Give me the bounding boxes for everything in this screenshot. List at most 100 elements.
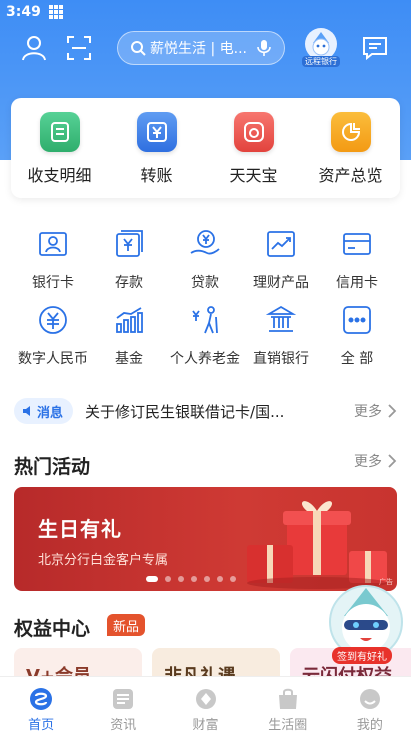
chevron-right-icon [388, 454, 397, 468]
tab-label: 财富 [192, 718, 219, 733]
tab-home[interactable]: 首页 [0, 677, 82, 733]
message-icon[interactable] [359, 32, 391, 64]
quick-action-label: 转账 [140, 166, 173, 185]
search-bar[interactable]: 薪悦生活 | 电... [117, 31, 285, 65]
search-placeholder: 薪悦生活 | 电... [150, 41, 247, 57]
quick-action-transfer[interactable]: 转账 [108, 112, 205, 186]
microphone-icon[interactable] [256, 39, 272, 57]
wealth-chart-icon [265, 228, 297, 260]
chevron-right-icon [388, 404, 397, 418]
more-dots-icon [341, 304, 373, 336]
carousel-dot[interactable] [165, 576, 171, 582]
banner-subtitle: 北京分行白金客户专属 [38, 553, 169, 568]
checkin-promo-float[interactable]: 签到有好礼 [326, 582, 406, 664]
tab-profile[interactable]: 我的 [329, 677, 411, 733]
service-fund[interactable]: 基金 [88, 304, 170, 368]
carousel-dot[interactable] [217, 576, 223, 582]
tiantianbao-icon [233, 112, 274, 152]
tab-label: 资讯 [110, 718, 137, 733]
tab-life-circle[interactable]: 生活圈 [247, 677, 329, 733]
service-loan[interactable]: 贷款 [164, 228, 246, 292]
carousel-dot[interactable] [191, 576, 197, 582]
bank-building-icon [265, 304, 297, 336]
scan-icon[interactable] [63, 32, 95, 64]
hot-activities-title: 热门活动 [14, 456, 91, 478]
service-label: 存款 [115, 275, 143, 291]
notice-bar[interactable]: 消息 关于修订民生银联借记卡/国... 更多 [14, 396, 400, 426]
service-direct-bank[interactable]: 直销银行 [240, 304, 322, 368]
service-label: 信用卡 [336, 275, 378, 291]
quick-actions-card: 收支明细 转账 天天宝 资产总览 [11, 98, 400, 198]
notice-text: 关于修订民生银联借记卡/国... [85, 402, 285, 421]
quick-action-label: 天天宝 [229, 166, 278, 185]
carousel-dot[interactable] [230, 576, 236, 582]
new-product-badge: 新品 [107, 614, 146, 636]
service-label: 基金 [115, 351, 143, 367]
carousel-dot[interactable] [146, 576, 158, 582]
hot-activities-more-label: 更多 [354, 454, 382, 470]
service-label: 个人养老金 [170, 351, 240, 367]
digital-rmb-icon [37, 304, 69, 336]
quick-action-tiantianbao[interactable]: 天天宝 [205, 112, 302, 186]
carousel-indicator [146, 576, 236, 582]
service-bank-card[interactable]: 银行卡 [12, 228, 94, 292]
service-label: 理财产品 [253, 275, 309, 291]
news-icon [110, 687, 136, 711]
speaker-icon [23, 406, 30, 416]
service-deposit[interactable]: 存款 [88, 228, 170, 292]
service-digital-rmb[interactable]: 数字人民币 [12, 304, 94, 368]
tab-label: 首页 [28, 718, 55, 733]
deposit-icon [113, 228, 145, 260]
pension-icon [189, 304, 221, 336]
app-grid-icon [48, 5, 63, 19]
status-time: 3:49 [6, 4, 41, 20]
remote-bank-button[interactable]: 远程银行 [300, 28, 342, 72]
tab-label: 生活圈 [268, 718, 308, 733]
user-icon[interactable] [18, 32, 50, 64]
wealth-icon [193, 687, 219, 711]
birthday-promo-banner[interactable]: 生日有礼 北京分行白金客户专属 广告 [14, 487, 397, 591]
service-label: 全 部 [340, 351, 374, 367]
gift-boxes-illustration [247, 501, 387, 589]
quick-action-asset-overview[interactable]: 资产总览 [302, 112, 399, 186]
hot-activities-more-link[interactable]: 更多 [354, 451, 397, 471]
loan-icon [189, 228, 221, 260]
bank-card-icon [37, 228, 69, 260]
quick-action-statement[interactable]: 收支明细 [11, 112, 108, 186]
carousel-dot[interactable] [178, 576, 184, 582]
notice-more-link[interactable]: 更多 [354, 401, 397, 421]
tab-label: 我的 [356, 718, 383, 733]
service-label: 银行卡 [32, 275, 74, 291]
banner-title: 生日有礼 [38, 517, 122, 541]
status-bar: 3:49 [0, 0, 411, 24]
checkin-promo-label: 签到有好礼 [332, 647, 392, 664]
fund-icon [113, 304, 145, 336]
service-all[interactable]: 全 部 [316, 304, 398, 368]
quick-action-label: 资产总览 [318, 166, 383, 185]
service-label: 贷款 [191, 275, 219, 291]
bottom-tab-bar: 首页 资讯 财富 生活圈 我的 [0, 676, 411, 733]
notice-tag-label: 消息 [37, 405, 64, 421]
remote-bank-label: 远程银行 [302, 56, 340, 67]
statement-icon [39, 112, 80, 152]
top-toolbar: 薪悦生活 | 电... 远程银行 [0, 28, 411, 68]
rights-center-title: 权益中心 [14, 618, 91, 640]
tab-wealth[interactable]: 财富 [164, 677, 246, 733]
search-icon [131, 41, 146, 56]
notice-tag: 消息 [14, 398, 74, 424]
home-icon [28, 687, 54, 711]
service-wealth-products[interactable]: 理财产品 [240, 228, 322, 292]
transfer-icon [136, 112, 177, 152]
life-bag-icon [275, 687, 301, 711]
notice-more-label: 更多 [354, 404, 382, 420]
tab-news[interactable]: 资讯 [82, 677, 164, 733]
service-label: 数字人民币 [18, 351, 88, 367]
carousel-dot[interactable] [204, 576, 210, 582]
profile-icon [357, 687, 383, 711]
pie-chart-icon [330, 112, 371, 152]
credit-card-icon [341, 228, 373, 260]
service-pension[interactable]: 个人养老金 [164, 304, 246, 368]
service-credit-card[interactable]: 信用卡 [316, 228, 398, 292]
service-label: 直销银行 [253, 351, 309, 367]
quick-action-label: 收支明细 [27, 166, 92, 185]
